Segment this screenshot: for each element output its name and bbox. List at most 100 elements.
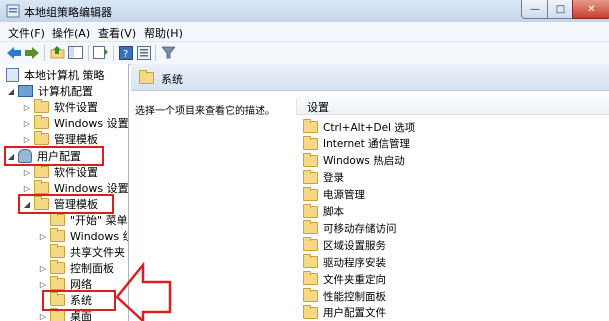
list-item[interactable]: 可移动存储访问 bbox=[303, 220, 397, 236]
list-item[interactable]: 电源管理 bbox=[303, 186, 365, 203]
tree-item-cc-windows[interactable]: ▷ Windows 设置 bbox=[22, 115, 128, 131]
description-text: 选择一个项目来查看它的描述。 bbox=[135, 106, 275, 117]
expand-icon[interactable]: ▷ bbox=[38, 232, 48, 241]
folder-icon bbox=[303, 152, 318, 167]
tree-item-cc-software[interactable]: ▷ 软件设置 bbox=[22, 99, 98, 115]
maximize-icon: □ bbox=[555, 3, 566, 15]
expand-icon[interactable]: ▷ bbox=[22, 135, 32, 144]
export-button[interactable] bbox=[92, 44, 109, 61]
expand-icon[interactable]: ▷ bbox=[22, 184, 32, 193]
app-icon bbox=[6, 4, 20, 18]
folder-icon bbox=[303, 288, 318, 302]
up-folder-button[interactable] bbox=[49, 44, 66, 61]
folder-icon bbox=[34, 180, 49, 194]
help-button[interactable]: ? bbox=[117, 44, 134, 61]
expand-icon[interactable]: ▷ bbox=[22, 119, 32, 128]
annotation-arrow bbox=[115, 262, 172, 321]
folder-icon bbox=[303, 220, 318, 235]
menu-file[interactable]: 文件(F) bbox=[8, 25, 45, 41]
folder-icon bbox=[303, 169, 318, 184]
folder-icon bbox=[139, 70, 154, 84]
folder-icon bbox=[34, 131, 49, 145]
policy-icon bbox=[6, 68, 19, 82]
expand-icon[interactable]: ▷ bbox=[38, 312, 48, 321]
highlight-user-config bbox=[4, 146, 104, 166]
folder-icon bbox=[303, 304, 318, 319]
folder-icon bbox=[303, 186, 318, 201]
column-header-setting[interactable]: 设置 bbox=[296, 96, 609, 115]
properties-button[interactable] bbox=[135, 44, 152, 61]
tree-item-uc-software[interactable]: ▷ 软件设置 bbox=[22, 164, 98, 180]
folder-icon bbox=[50, 260, 65, 274]
properties-icon bbox=[136, 45, 151, 60]
list-item[interactable]: 区域设置服务 bbox=[303, 237, 386, 253]
expand-icon[interactable]: ▷ bbox=[38, 280, 48, 289]
list-item[interactable]: Windows 热启动 bbox=[303, 152, 405, 169]
title-bar: 本地组策略编辑器 — □ ✕ bbox=[0, 0, 609, 22]
folder-icon bbox=[34, 164, 49, 178]
back-button[interactable] bbox=[5, 44, 22, 61]
list-item[interactable]: 用户配置文件 bbox=[303, 304, 386, 321]
tree-item-shared-folders[interactable]: 共享文件夹 bbox=[38, 244, 125, 260]
minimize-icon: — bbox=[530, 3, 540, 15]
filter-icon bbox=[162, 46, 175, 59]
window: 本地组策略编辑器 — □ ✕ 文件(F) 操作(A) 查看(V) 帮助(H) ? bbox=[0, 0, 609, 321]
folder-icon bbox=[50, 308, 65, 321]
minimize-button[interactable]: — bbox=[521, 0, 549, 19]
list-item[interactable]: 文件夹重定向 bbox=[303, 271, 386, 287]
menu-help[interactable]: 帮助(H) bbox=[144, 25, 183, 41]
folder-icon bbox=[303, 119, 318, 133]
tree-item-computer-config[interactable]: ◢ 计算机配置 bbox=[6, 83, 93, 99]
folder-icon bbox=[303, 254, 318, 269]
menu-view[interactable]: 查看(V) bbox=[98, 25, 136, 41]
list-item[interactable]: 脚本 bbox=[303, 203, 344, 220]
console-tree-icon bbox=[68, 46, 83, 59]
details-header: 系统 bbox=[131, 64, 609, 91]
folder-icon bbox=[303, 271, 318, 286]
tree-item-windows-components[interactable]: ▷ Windows 组 bbox=[38, 228, 128, 244]
folder-icon bbox=[303, 237, 318, 252]
forward-button[interactable] bbox=[23, 44, 40, 61]
folder-icon bbox=[50, 244, 65, 258]
window-title: 本地组策略编辑器 bbox=[24, 6, 112, 19]
folder-icon bbox=[50, 276, 65, 290]
folder-icon bbox=[303, 135, 318, 150]
list-item[interactable]: Ctrl+Alt+Del 选项 bbox=[303, 119, 415, 135]
folder-icon bbox=[303, 203, 318, 218]
list-item[interactable]: 性能控制面板 bbox=[303, 288, 386, 304]
svg-text:?: ? bbox=[123, 49, 128, 60]
expand-icon[interactable]: ▷ bbox=[22, 168, 32, 177]
folder-icon bbox=[50, 228, 65, 242]
help-icon: ? bbox=[118, 45, 133, 60]
toolbar: ? bbox=[0, 42, 609, 65]
list-item[interactable]: 驱动程序安装 bbox=[303, 254, 386, 270]
maximize-button[interactable]: □ bbox=[547, 0, 574, 19]
details-pane: 系统 选择一个项目来查看它的描述。 设置 Ctrl+Alt+Del 选项 Inte… bbox=[131, 64, 609, 321]
folder-icon bbox=[34, 99, 49, 113]
export-icon bbox=[93, 46, 108, 59]
folder-icon bbox=[34, 115, 49, 129]
close-button[interactable]: ✕ bbox=[572, 0, 609, 19]
menu-action[interactable]: 操作(A) bbox=[52, 25, 90, 41]
back-icon bbox=[6, 46, 21, 59]
up-folder-icon bbox=[50, 46, 65, 59]
console-tree-button[interactable] bbox=[67, 44, 84, 61]
details-title: 系统 bbox=[161, 73, 183, 86]
tree-item-cc-admin[interactable]: ▷ 管理模板 bbox=[22, 131, 98, 147]
tree-item-start-menu[interactable]: "开始" 菜单 bbox=[38, 212, 128, 228]
expand-icon[interactable]: ▷ bbox=[38, 264, 48, 273]
expand-icon[interactable]: ▷ bbox=[22, 103, 32, 112]
collapse-icon[interactable]: ◢ bbox=[6, 87, 16, 96]
console-tree[interactable]: 本地计算机 策略 ◢ 计算机配置 ▷ 软件设置 ▷ Windows 设置 ▷ 管… bbox=[0, 64, 129, 321]
highlight-system bbox=[42, 290, 116, 311]
tree-item-root[interactable]: 本地计算机 策略 bbox=[6, 67, 105, 83]
folder-icon bbox=[50, 212, 65, 226]
forward-icon bbox=[24, 46, 39, 59]
menu-bar: 文件(F) 操作(A) 查看(V) 帮助(H) bbox=[0, 22, 609, 42]
list-item[interactable]: Internet 通信管理 bbox=[303, 135, 410, 152]
computer-icon bbox=[18, 85, 33, 97]
filter-button[interactable] bbox=[160, 44, 177, 61]
list-item[interactable]: 登录 bbox=[303, 169, 344, 186]
tree-item-control-panel[interactable]: ▷ 控制面板 bbox=[38, 260, 114, 276]
highlight-admin-templates bbox=[18, 194, 114, 214]
